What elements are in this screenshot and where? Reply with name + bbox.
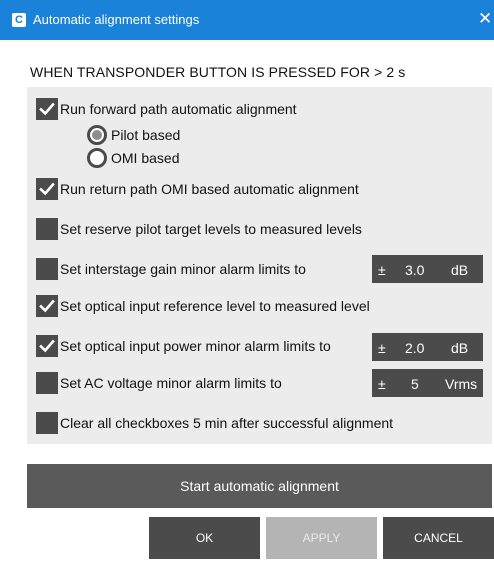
optical-power-input[interactable]: ± 2.0 dB bbox=[372, 333, 483, 361]
plus-minus-sign: ± bbox=[378, 376, 386, 392]
window-title: Automatic alignment settings bbox=[33, 12, 200, 27]
plus-minus-sign: ± bbox=[378, 262, 386, 278]
interstage-gain-value: 3.0 bbox=[405, 262, 425, 278]
return-alignment-option[interactable]: Run return path OMI based automatic alig… bbox=[36, 178, 359, 200]
interstage-gain-input[interactable]: ± 3.0 dB bbox=[372, 255, 483, 283]
interstage-gain-checkbox[interactable] bbox=[36, 258, 58, 280]
optical-reference-checkbox[interactable] bbox=[36, 295, 58, 317]
optical-power-unit: dB bbox=[451, 340, 469, 356]
reserve-pilot-label: Set reserve pilot target levels to measu… bbox=[60, 221, 362, 237]
radio-selected-dot bbox=[92, 130, 102, 140]
checkmark-icon bbox=[39, 339, 55, 353]
omi-based-label: OMI based bbox=[111, 150, 180, 166]
forward-alignment-label: Run forward path automatic alignment bbox=[60, 101, 297, 117]
close-icon[interactable]: ✕ bbox=[478, 8, 494, 30]
apply-button[interactable]: APPLY bbox=[266, 517, 377, 559]
optical-reference-option[interactable]: Set optical input reference level to mea… bbox=[36, 295, 370, 317]
cancel-button[interactable]: CANCEL bbox=[383, 517, 494, 559]
omi-based-option[interactable]: OMI based bbox=[87, 148, 179, 168]
omi-based-radio[interactable] bbox=[87, 148, 107, 168]
clear-checkboxes-checkbox[interactable] bbox=[36, 412, 58, 434]
return-alignment-label: Run return path OMI based automatic alig… bbox=[60, 181, 359, 197]
app-logo-icon: C bbox=[12, 13, 26, 27]
interstage-gain-unit: dB bbox=[451, 262, 469, 278]
ac-voltage-value: 5 bbox=[411, 376, 419, 392]
trigger-condition-label: WHEN TRANSPONDER BUTTON IS PRESSED FOR >… bbox=[30, 64, 406, 80]
ac-voltage-unit: Vrms bbox=[445, 376, 478, 392]
pilot-based-option[interactable]: Pilot based bbox=[87, 125, 180, 145]
return-alignment-checkbox[interactable] bbox=[36, 178, 58, 200]
forward-alignment-option[interactable]: Run forward path automatic alignment bbox=[36, 98, 297, 120]
ac-voltage-label: Set AC voltage minor alarm limits to bbox=[60, 375, 282, 391]
checkmark-icon bbox=[39, 182, 55, 196]
title-bar: C Automatic alignment settings ✕ bbox=[0, 0, 494, 40]
interstage-gain-label: Set interstage gain minor alarm limits t… bbox=[60, 261, 306, 277]
optical-power-label: Set optical input power minor alarm limi… bbox=[60, 338, 331, 354]
start-alignment-button[interactable]: Start automatic alignment bbox=[27, 464, 492, 508]
checkmark-icon bbox=[39, 102, 55, 116]
pilot-based-label: Pilot based bbox=[111, 127, 181, 143]
clear-checkboxes-label: Clear all checkboxes 5 min after success… bbox=[60, 415, 394, 431]
optical-reference-label: Set optical input reference level to mea… bbox=[60, 298, 370, 314]
forward-alignment-checkbox[interactable] bbox=[36, 98, 58, 120]
clear-checkboxes-option[interactable]: Clear all checkboxes 5 min after success… bbox=[36, 412, 393, 434]
checkmark-icon bbox=[39, 299, 55, 313]
ok-button[interactable]: OK bbox=[149, 517, 260, 559]
optical-power-value: 2.0 bbox=[405, 340, 425, 356]
ac-voltage-checkbox[interactable] bbox=[36, 372, 58, 394]
ac-voltage-input[interactable]: ± 5 Vrms bbox=[372, 369, 483, 397]
reserve-pilot-checkbox[interactable] bbox=[36, 218, 58, 240]
ac-voltage-option[interactable]: Set AC voltage minor alarm limits to bbox=[36, 372, 282, 394]
interstage-gain-option[interactable]: Set interstage gain minor alarm limits t… bbox=[36, 258, 306, 280]
optical-power-checkbox[interactable] bbox=[36, 335, 58, 357]
reserve-pilot-option[interactable]: Set reserve pilot target levels to measu… bbox=[36, 218, 362, 240]
pilot-based-radio[interactable] bbox=[87, 125, 107, 145]
optical-power-option[interactable]: Set optical input power minor alarm limi… bbox=[36, 335, 331, 357]
plus-minus-sign: ± bbox=[378, 340, 386, 356]
